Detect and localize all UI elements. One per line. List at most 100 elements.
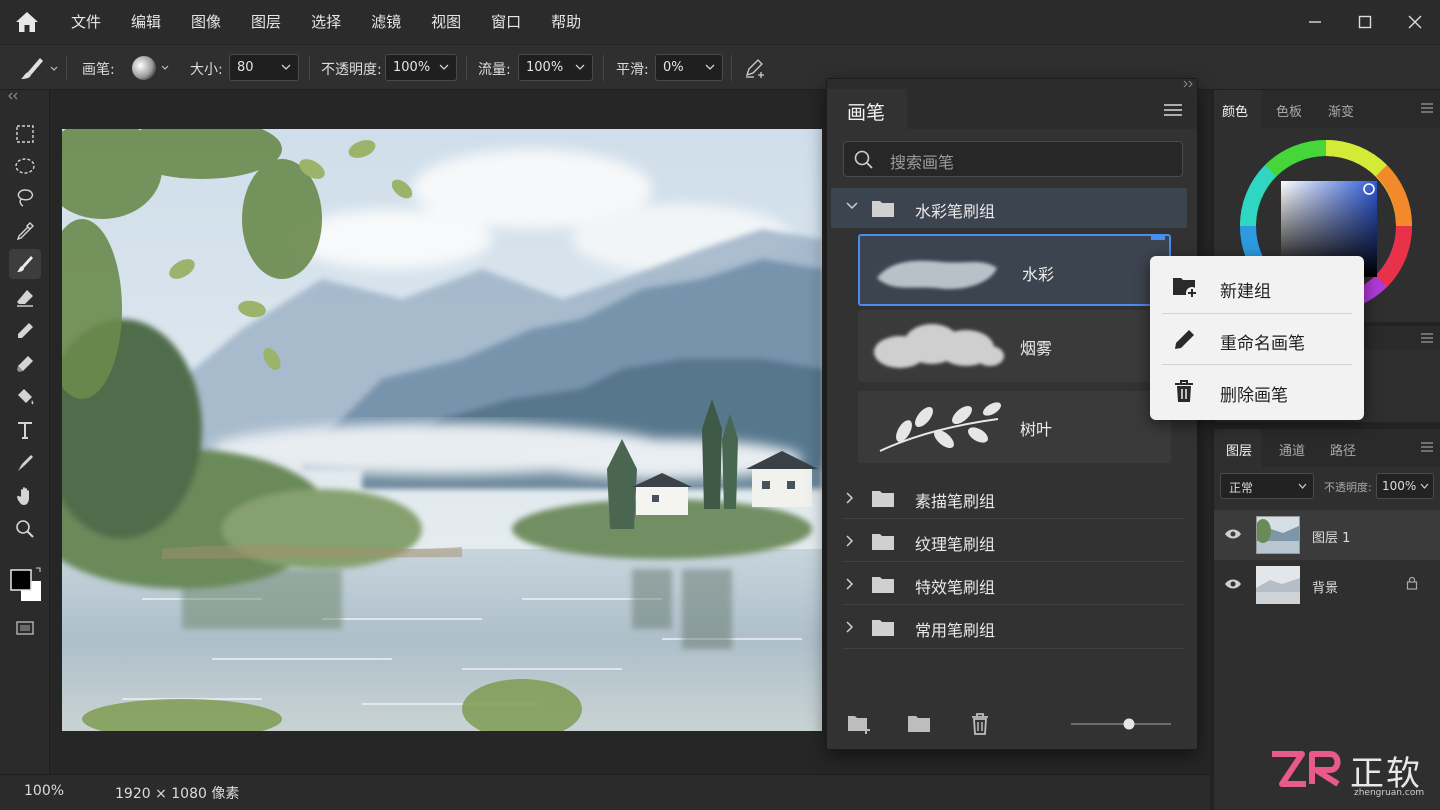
folder-icon[interactable]: [907, 713, 933, 735]
tab-paths[interactable]: 路径: [1330, 440, 1356, 459]
brush-name: 烟雾: [1020, 339, 1053, 358]
menu-filter[interactable]: 滤镜: [356, 0, 416, 44]
menu-view[interactable]: 视图: [416, 0, 476, 44]
menu-item-delete-brush[interactable]: 删除画笔: [1150, 366, 1364, 416]
brush-preview-picker[interactable]: [130, 54, 170, 82]
chevron-right-icon: [846, 621, 854, 633]
folder-icon: [872, 534, 894, 550]
trash-icon[interactable]: [969, 712, 991, 736]
size-field[interactable]: 80: [229, 54, 299, 81]
menu-layer[interactable]: 图层: [236, 0, 296, 44]
brush-group[interactable]: 常用笔刷组: [831, 607, 1187, 647]
tab-channels[interactable]: 通道: [1279, 440, 1305, 459]
brush-group[interactable]: 特效笔刷组: [831, 564, 1187, 604]
folder-icon: [872, 201, 894, 217]
canvas-watercolor-artwork[interactable]: [62, 129, 822, 731]
pen-tool-icon[interactable]: [9, 448, 41, 478]
flow-label: 流量:: [478, 62, 511, 78]
brush-tool-icon[interactable]: [9, 249, 41, 279]
eraser-tool-icon[interactable]: [9, 283, 41, 313]
chevron-down-icon: [575, 64, 585, 70]
quick-mask-icon[interactable]: [9, 613, 41, 643]
color-swatches[interactable]: [10, 566, 44, 608]
text-tool-icon[interactable]: [9, 415, 41, 445]
menu-file[interactable]: 文件: [56, 0, 116, 44]
collapse-toolbar-icon[interactable]: [6, 92, 20, 100]
smoothing-field[interactable]: 0%: [655, 54, 723, 81]
opacity-field[interactable]: 100%: [385, 54, 457, 81]
lasso-tool-icon[interactable]: [9, 183, 41, 213]
brush-group[interactable]: 素描笔刷组: [831, 478, 1187, 518]
brush-item-selected[interactable]: 水彩: [858, 234, 1171, 306]
options-bar: 画笔: 大小: 80 不透明度: 100% 流量: 100% 平滑: 0%: [0, 44, 1440, 90]
marquee-tool-icon[interactable]: [9, 119, 41, 149]
layer-opacity-field[interactable]: 100%: [1376, 473, 1434, 499]
maximize-button[interactable]: [1350, 8, 1380, 36]
layer-thumbnail: [1256, 566, 1300, 604]
layer-row[interactable]: 图层 1: [1214, 510, 1440, 560]
flow-field[interactable]: 100%: [518, 54, 593, 81]
watermark-logo: 正软 zhengruan.com: [1268, 744, 1436, 802]
ellipse-marquee-tool-icon[interactable]: [9, 151, 41, 181]
opacity-value: 100%: [393, 60, 431, 75]
brush-group-label: 素描笔刷组: [915, 492, 996, 511]
tab-swatches[interactable]: 色板: [1276, 101, 1302, 120]
eye-icon[interactable]: [1224, 578, 1242, 590]
panel-menu-icon[interactable]: [1420, 332, 1434, 344]
brush-group-label: 水彩笔刷组: [915, 202, 996, 221]
panel-menu-icon[interactable]: [1420, 441, 1434, 453]
new-group-icon[interactable]: [847, 713, 873, 735]
zoom-tool-icon[interactable]: [9, 514, 41, 544]
tab-brushes[interactable]: 画笔: [827, 89, 907, 129]
search-placeholder: 搜索画笔: [890, 153, 955, 172]
tab-gradient[interactable]: 渐变: [1328, 101, 1354, 120]
zoom-level[interactable]: 100%: [24, 783, 64, 799]
status-bar: 100% 1920 × 1080 像素: [0, 774, 1210, 810]
panel-menu-icon[interactable]: [1163, 103, 1183, 117]
leaf-brush-stroke: [879, 402, 1002, 452]
menu-item-rename-brush[interactable]: 重命名画笔: [1150, 314, 1364, 364]
new-folder-icon: [1173, 278, 1198, 299]
layer-row[interactable]: 背景: [1214, 560, 1440, 610]
layer-opacity-label: 不透明度:: [1324, 481, 1372, 494]
menu-help[interactable]: 帮助: [536, 0, 596, 44]
blend-mode-value: 正常: [1229, 481, 1254, 495]
brush-preview-size-slider[interactable]: [1069, 717, 1173, 731]
fill-tool-icon[interactable]: [9, 382, 41, 412]
menu-item-new-group[interactable]: 新建组: [1150, 262, 1364, 312]
menu-select[interactable]: 选择: [296, 0, 356, 44]
panel-menu-icon[interactable]: [1420, 102, 1434, 114]
brush-label: 画笔:: [82, 62, 115, 78]
brush-group-label: 特效笔刷组: [915, 578, 996, 597]
pencil-tool-icon[interactable]: [9, 316, 41, 346]
blend-mode-select[interactable]: 正常: [1220, 473, 1314, 499]
home-icon[interactable]: [14, 10, 40, 34]
brush-group-expanded[interactable]: 水彩笔刷组: [831, 188, 1187, 228]
chevron-down-icon: [1298, 483, 1307, 489]
folder-icon: [872, 620, 894, 636]
minimize-button[interactable]: [1300, 8, 1330, 36]
collapse-panel-icon[interactable]: [1181, 80, 1195, 88]
chevron-right-icon: [846, 535, 854, 547]
tab-layers[interactable]: 图层: [1226, 440, 1252, 459]
tab-color[interactable]: 颜色: [1222, 101, 1248, 120]
smoke-brush-stroke: [874, 324, 1004, 368]
brush-group-label: 常用笔刷组: [915, 621, 996, 640]
pressure-pen-icon[interactable]: [743, 56, 767, 80]
brush-item[interactable]: 树叶: [858, 391, 1171, 463]
menu-edit[interactable]: 编辑: [116, 0, 176, 44]
brush-tool-preset-icon[interactable]: [18, 54, 58, 82]
zr-logo-icon: [1272, 751, 1341, 787]
brush-item[interactable]: 烟雾: [858, 310, 1171, 382]
brush-group[interactable]: 纹理笔刷组: [831, 521, 1187, 561]
eyedropper-tool-icon[interactable]: [9, 216, 41, 246]
brush-search-input[interactable]: 搜索画笔: [843, 141, 1183, 177]
hand-tool-icon[interactable]: [9, 481, 41, 511]
close-button[interactable]: [1400, 8, 1430, 36]
menu-window[interactable]: 窗口: [476, 0, 536, 44]
eye-icon[interactable]: [1224, 528, 1242, 540]
smudge-tool-icon[interactable]: [9, 349, 41, 379]
menu-image[interactable]: 图像: [176, 0, 236, 44]
layer-name: 背景: [1312, 581, 1339, 596]
size-value: 80: [237, 60, 254, 75]
